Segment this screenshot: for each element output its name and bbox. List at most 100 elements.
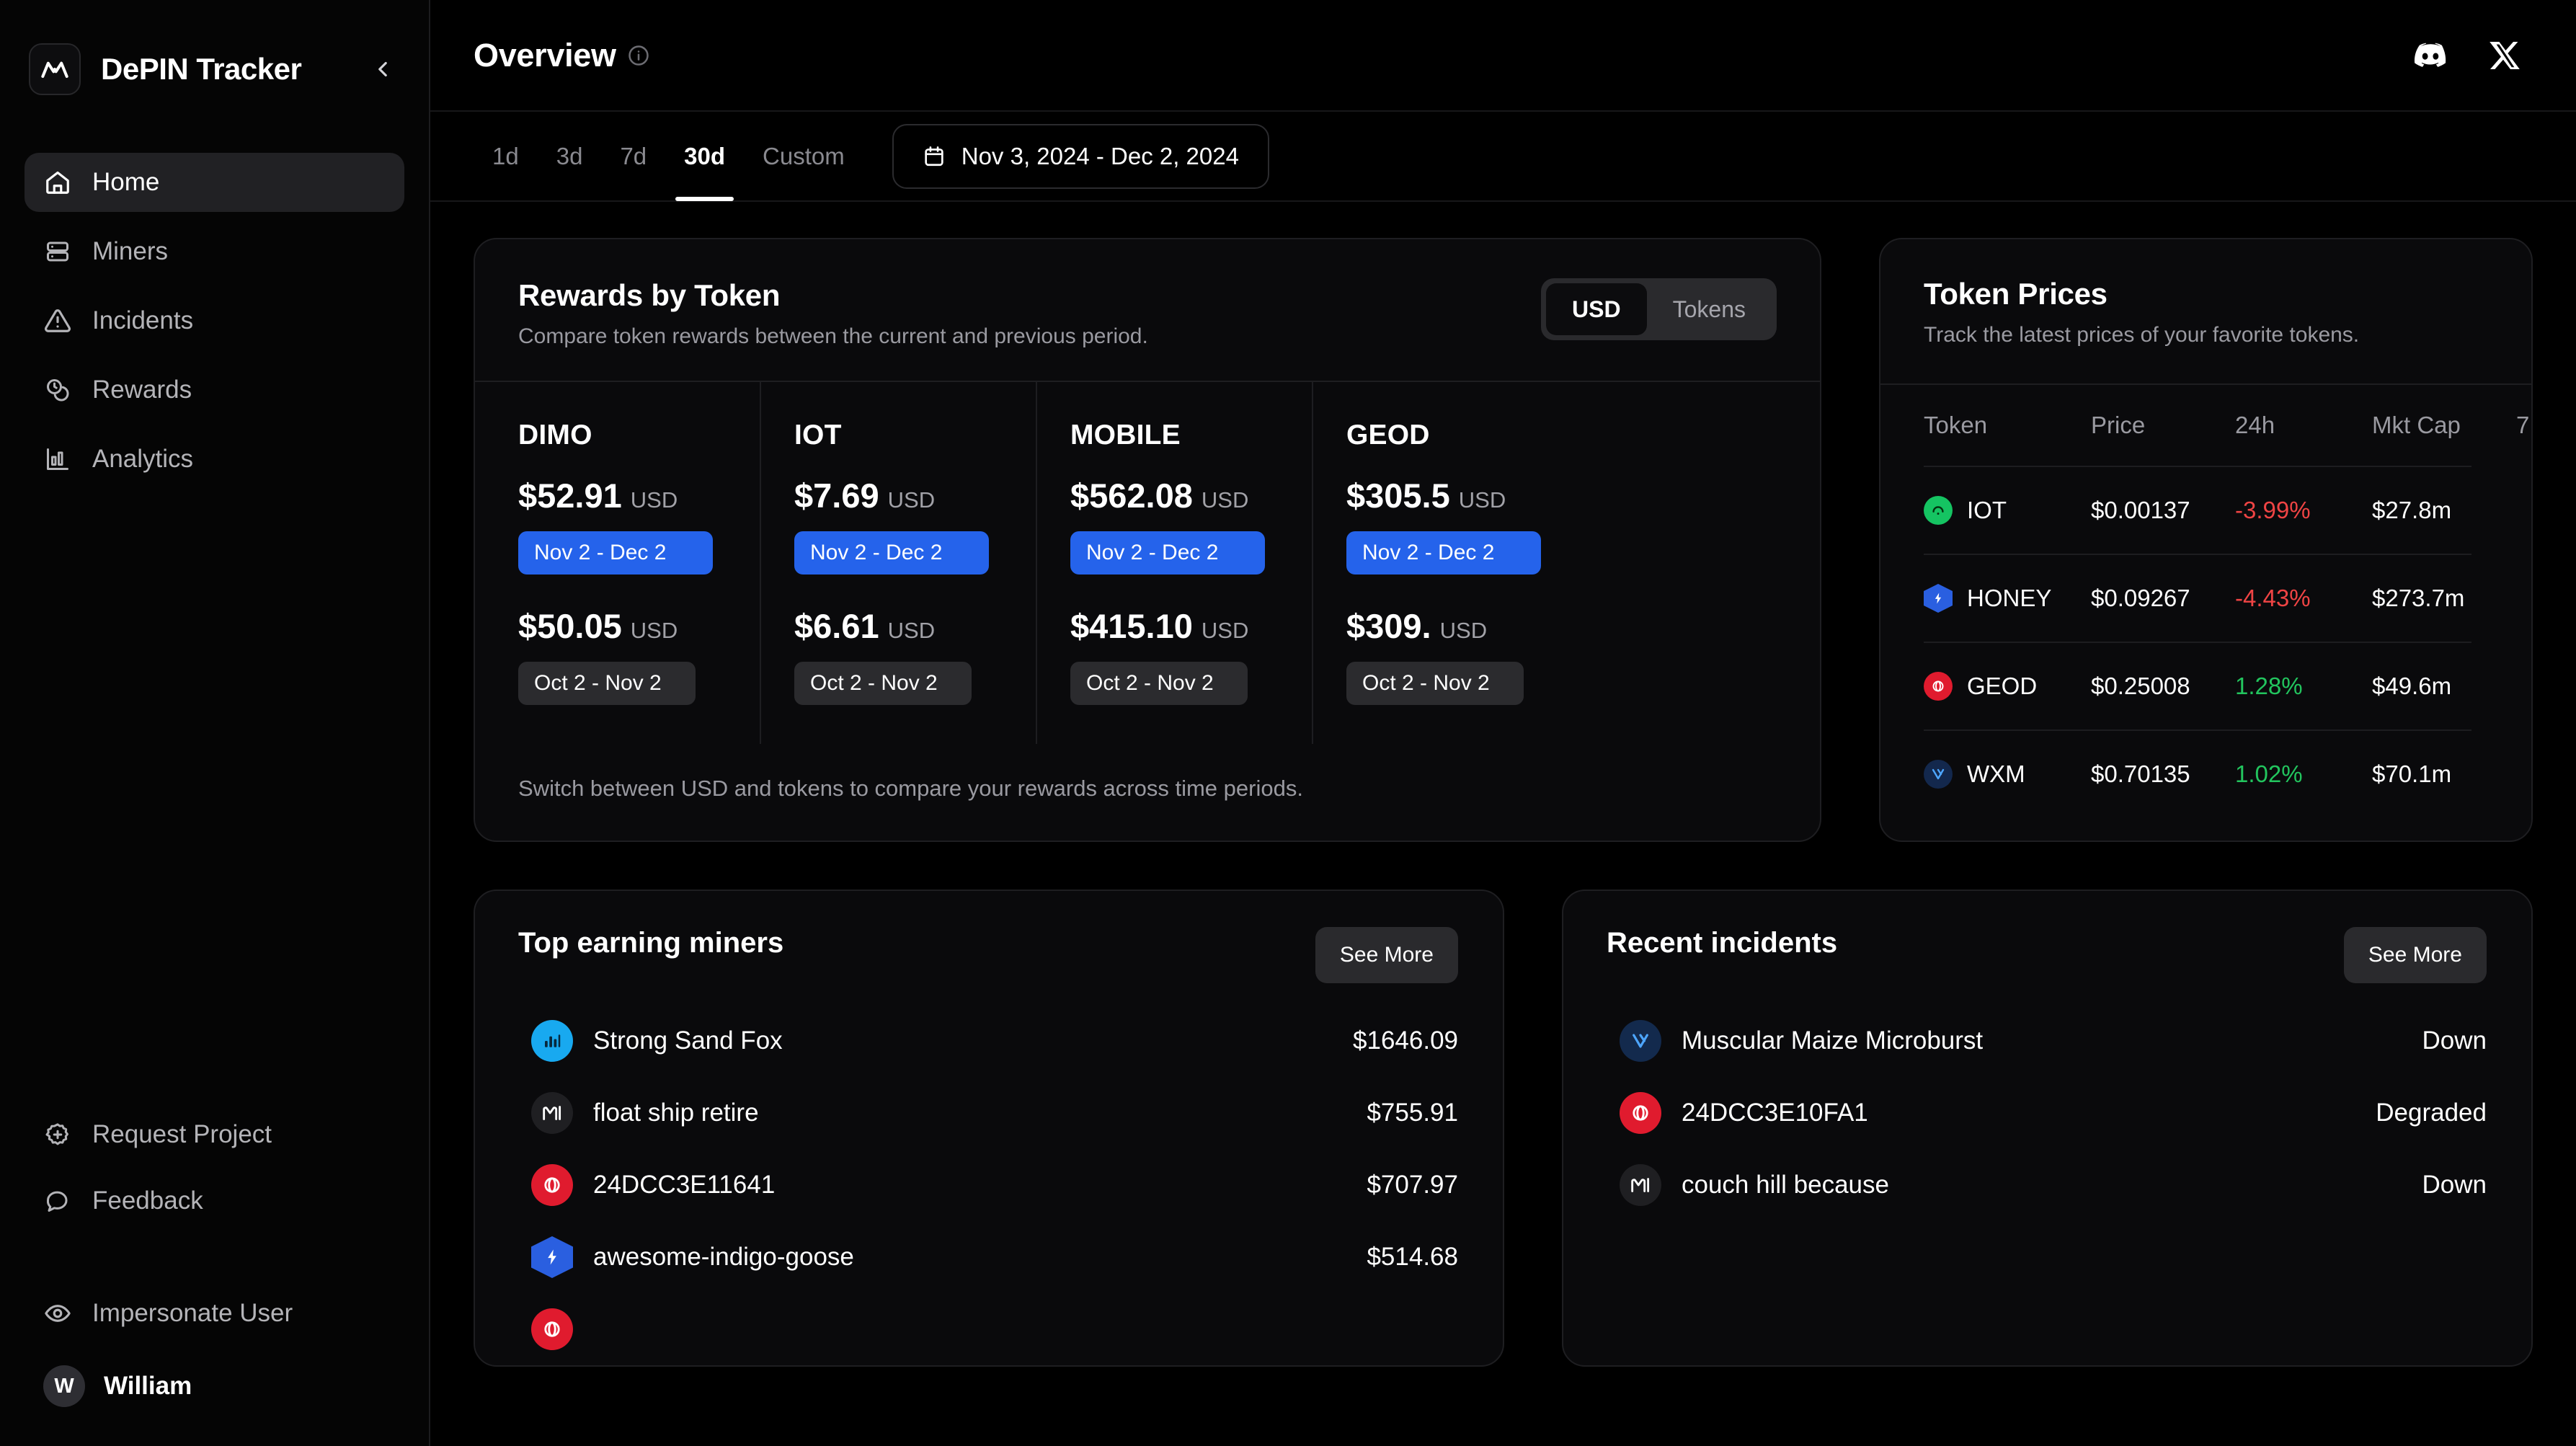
table-header-row: Token Price 24h Mkt Cap 7: [1924, 385, 2529, 466]
currency-unit: USD: [1439, 618, 1488, 643]
honey-token-icon: [1924, 584, 1953, 613]
range-tab-3d[interactable]: 3d: [538, 111, 602, 201]
change-24h-cell: 1.28%: [2235, 673, 2303, 699]
mktcap-cell: $70.1m: [2372, 760, 2452, 787]
column-header-7d[interactable]: 7: [2516, 412, 2531, 439]
primary-nav: Home Miners Incidents Rewards Analytics: [0, 153, 429, 489]
recent-incidents-title: Recent incidents: [1607, 927, 1838, 959]
token-current-value: $562.08: [1070, 476, 1193, 515]
app-root: DePIN Tracker Home Miners Incidents Rewa…: [0, 0, 2576, 1446]
list-item[interactable]: 24DCC3E10FA1 Degraded: [1620, 1077, 2487, 1149]
currency-unit: USD: [630, 618, 678, 643]
sidebar-item-home[interactable]: Home: [25, 153, 404, 212]
bar-chart-icon: [43, 445, 72, 474]
incident-name: couch hill because: [1682, 1171, 1889, 1199]
dashboard-content: Rewards by Token Compare token rewards b…: [430, 202, 2576, 1446]
sidebar-item-miners[interactable]: Miners: [25, 222, 404, 281]
range-tab-label: 3d: [556, 142, 583, 169]
list-item[interactable]: Muscular Maize Microburst Down: [1620, 1005, 2487, 1077]
collapse-sidebar-button[interactable]: [365, 52, 400, 87]
dashboard-row-2: Top earning miners See More Strong Sand …: [474, 890, 2533, 1367]
sidebar-item-incidents[interactable]: Incidents: [25, 291, 404, 350]
sidebar-item-analytics[interactable]: Analytics: [25, 430, 404, 489]
price-cell: $0.00137: [2091, 497, 2190, 523]
range-tab-custom[interactable]: Custom: [744, 111, 863, 201]
token-cell: WXM: [1924, 760, 2091, 789]
geodnet-token-icon: [531, 1164, 573, 1206]
table-row[interactable]: GEOD $0.25008 1.28% $49.6m: [1924, 642, 2471, 729]
sidebar-item-rewards[interactable]: Rewards: [25, 360, 404, 420]
x-twitter-icon[interactable]: [2485, 35, 2526, 76]
honey-token-icon: [531, 1236, 573, 1278]
column-header-mktcap[interactable]: Mkt Cap: [2372, 412, 2516, 439]
miner-name: 24DCC3E11641: [593, 1171, 776, 1199]
range-tab-1d[interactable]: 1d: [474, 111, 538, 201]
feedback-button[interactable]: Feedback: [25, 1168, 404, 1234]
top-miners-header: Top earning miners See More: [475, 891, 1503, 983]
geodnet-token-icon: [531, 1308, 573, 1350]
current-period-pill: Nov 2 - Dec 2: [1346, 531, 1541, 575]
currency-unit: USD: [1458, 487, 1506, 513]
miner-earnings: $755.91: [1367, 1099, 1458, 1127]
token-symbol: HONEY: [1967, 585, 2052, 611]
rewards-card-header: Rewards by Token Compare token rewards b…: [475, 239, 1820, 381]
token-symbol: IOT: [1967, 497, 2007, 523]
date-range-picker[interactable]: Nov 3, 2024 - Dec 2, 2024: [892, 123, 1269, 189]
discord-icon[interactable]: [2410, 35, 2451, 76]
token-previous-value: $50.05: [518, 607, 622, 645]
table-row[interactable]: HONEY $0.09267 -4.43% $273.7m: [1924, 554, 2471, 642]
token-prices-subtitle: Track the latest prices of your favorite…: [1924, 323, 2360, 347]
request-project-button[interactable]: Request Project: [25, 1101, 404, 1168]
info-icon[interactable]: [628, 45, 649, 66]
dashboard-row-1: Rewards by Token Compare token rewards b…: [474, 238, 2533, 842]
list-item[interactable]: 24DCC3E11641 $707.97: [531, 1149, 1458, 1221]
token-previous-amount: $415.10 USD: [1070, 606, 1312, 646]
previous-period-pill: Oct 2 - Nov 2: [1070, 662, 1248, 705]
list-item[interactable]: awesome-indigo-goose $514.68: [531, 1221, 1458, 1293]
top-miners-see-more-button[interactable]: See More: [1315, 927, 1458, 983]
token-previous-value: $415.10: [1070, 607, 1193, 645]
table-row[interactable]: IOT $0.00137 -3.99% $27.8m: [1924, 466, 2471, 554]
range-tab-30d[interactable]: 30d: [665, 111, 744, 201]
iot-token-icon: [1924, 496, 1953, 525]
coins-icon: [43, 376, 72, 404]
token-symbol: DIMO: [518, 420, 592, 451]
toggle-option-tokens[interactable]: Tokens: [1647, 283, 1772, 335]
list-item[interactable]: [531, 1293, 1458, 1365]
list-item[interactable]: Strong Sand Fox $1646.09: [531, 1005, 1458, 1077]
currency-unit: USD: [887, 618, 936, 643]
dimo-token-icon: [531, 1020, 573, 1062]
token-current-amount: $305.5 USD: [1346, 476, 1589, 515]
current-period-pill: Nov 2 - Dec 2: [518, 531, 713, 575]
table-row[interactable]: WXM $0.70135 1.02% $70.1m: [1924, 729, 2471, 817]
recent-incidents-card: Recent incidents See More Muscular Maize…: [1562, 890, 2533, 1367]
toggle-option-usd[interactable]: USD: [1546, 283, 1647, 335]
server-icon: [43, 237, 72, 266]
recent-incidents-see-more-button[interactable]: See More: [2343, 927, 2487, 983]
incident-status: Down: [2422, 1171, 2487, 1199]
list-item[interactable]: float ship retire $755.91: [531, 1077, 1458, 1149]
helium-token-icon: [531, 1092, 573, 1134]
user-account-button[interactable]: W William: [25, 1347, 404, 1426]
utility-label: Request Project: [92, 1120, 272, 1148]
list-item[interactable]: couch hill because Down: [1620, 1149, 2487, 1221]
token-current-amount: $562.08 USD: [1070, 476, 1312, 515]
token-current-amount: $52.91 USD: [518, 476, 760, 515]
impersonate-user-button[interactable]: Impersonate User: [25, 1280, 404, 1347]
incident-name: 24DCC3E10FA1: [1682, 1099, 1868, 1127]
column-header-24h[interactable]: 24h: [2235, 412, 2372, 439]
column-header-token[interactable]: Token: [1924, 412, 2091, 439]
price-cell: $0.70135: [2091, 760, 2190, 787]
app-logo: [29, 43, 81, 95]
sidebar-item-label: Home: [92, 168, 160, 196]
rewards-card-title: Rewards by Token: [518, 278, 781, 312]
range-tab-7d[interactable]: 7d: [601, 111, 665, 201]
brand-name: DePIN Tracker: [101, 52, 302, 86]
token-previous-amount: $50.05 USD: [518, 606, 760, 646]
change-24h-cell: -4.43%: [2235, 585, 2311, 611]
token-symbol: MOBILE: [1070, 420, 1181, 451]
token-previous-value: $309.: [1346, 607, 1431, 645]
calendar-icon: [923, 145, 946, 168]
column-header-price[interactable]: Price: [2091, 412, 2235, 439]
